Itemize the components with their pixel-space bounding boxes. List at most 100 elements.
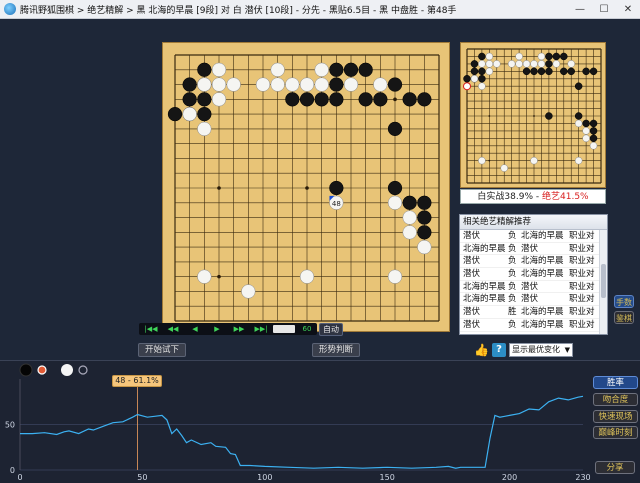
- forward-button[interactable]: ▶: [207, 323, 227, 335]
- thumbs-up-icon[interactable]: 👍: [474, 343, 489, 357]
- help-icon[interactable]: ?: [492, 343, 506, 357]
- last-move-button[interactable]: ▶▶|: [251, 323, 271, 335]
- black-stone: [182, 77, 197, 92]
- white-stone: [373, 77, 388, 92]
- window-title: 腾讯野狐围棋 > 绝艺精解 > 黑 北海的早晨 [9段] 对 白 潜伏 [10段…: [20, 6, 457, 16]
- game-type: 职业对: [569, 281, 595, 292]
- white-stone: [537, 52, 546, 61]
- match-rate-button[interactable]: 吻合度: [593, 393, 638, 406]
- white-stone: [478, 82, 486, 90]
- black-toggle-dot[interactable]: [37, 365, 47, 375]
- auto-play-button[interactable]: 自动: [319, 323, 343, 336]
- white-stone: [211, 92, 227, 107]
- recommendation-row[interactable]: 潜伏 负北海的早晨 职业对: [460, 255, 600, 269]
- white-stone: [478, 60, 486, 68]
- white-stone: [574, 119, 583, 128]
- star-point: [533, 115, 535, 117]
- white-toggle-dot[interactable]: [78, 365, 88, 375]
- actual-win-rate: 白实战38.9%: [477, 192, 533, 202]
- black-stone: [522, 67, 531, 76]
- back-button[interactable]: ◀: [185, 323, 205, 335]
- white-stone: [211, 62, 227, 77]
- result: 胜: [508, 307, 517, 318]
- recommendation-row[interactable]: 北海的早晨负潜伏 职业对: [460, 243, 600, 256]
- tab-review[interactable]: 鉴棋: [614, 311, 634, 324]
- sixty-button[interactable]: 60: [298, 323, 316, 335]
- win-rate-button[interactable]: 胜率: [593, 376, 638, 389]
- white-stone: [402, 210, 417, 225]
- result: 负: [508, 269, 517, 280]
- white-stone: [478, 156, 486, 165]
- win-rate-chart[interactable]: 0 50 0 50 100 150 200 230: [0, 361, 640, 483]
- start-trial-button[interactable]: 开始试下: [138, 343, 186, 357]
- close-button[interactable]: ✕: [616, 0, 640, 19]
- white-stone: [402, 225, 417, 240]
- recommendation-row[interactable]: 潜伏 胜北海的早晨 职业对: [460, 306, 600, 319]
- recommendation-row[interactable]: 北海的早晨负潜伏 职业对: [460, 293, 600, 307]
- white-stone: [582, 127, 590, 135]
- game-type: 职业对: [569, 294, 595, 305]
- result: 负: [508, 294, 517, 305]
- variation-selected: 显示最优变化: [512, 345, 560, 354]
- fast-forward-button[interactable]: ▶▶: [229, 323, 249, 335]
- player-a: 潜伏: [463, 269, 481, 280]
- maximize-button[interactable]: ☐: [592, 0, 616, 19]
- x-tick-label: 200: [502, 473, 517, 482]
- black-player-dot[interactable]: [19, 363, 33, 377]
- main-area: 48 白实战38.9% - 绝艺41.5% 相关绝艺精解推荐 潜伏负北海的早晨职…: [0, 19, 640, 360]
- peak-moment-button[interactable]: 巅峰时刻: [593, 426, 638, 439]
- white-player-dot[interactable]: [61, 364, 73, 376]
- white-stone: [197, 269, 212, 284]
- black-stone: [329, 62, 344, 77]
- black-stone: [329, 92, 344, 107]
- recommendation-panel: 相关绝艺精解推荐 潜伏负北海的早晨 职业对 北海的早晨负潜伏 职业对 潜伏负北海的早晨职…: [459, 214, 608, 335]
- board-grid[interactable]: 48: [163, 43, 451, 333]
- white-stone: [255, 77, 271, 92]
- recommendation-scrollbar[interactable]: [599, 230, 607, 334]
- white-stone: [485, 60, 494, 68]
- player-a: 潜伏: [463, 319, 481, 330]
- player-b: 潜伏: [521, 243, 539, 254]
- black-stone: [387, 77, 403, 92]
- game-type: 职业对: [569, 319, 595, 330]
- black-stone: [478, 75, 486, 83]
- y-tick-label: 0: [10, 466, 15, 475]
- win-rate-series: [20, 395, 584, 469]
- player-a: 北海的早晨: [463, 243, 506, 254]
- position-judge-button[interactable]: 形势判断: [312, 343, 360, 357]
- black-stone: [417, 210, 432, 225]
- fast-back-button[interactable]: ◀◀: [163, 323, 183, 335]
- recommendation-list: 潜伏负北海的早晨 职业对 北海的早晨负潜伏 职业对 潜伏负北海的早晨 职业对 潜伏负北海的早…: [460, 230, 600, 332]
- result: 负: [508, 281, 517, 292]
- go-board[interactable]: 48: [162, 42, 450, 332]
- minimize-button[interactable]: —: [568, 0, 592, 19]
- white-stone: [470, 75, 479, 83]
- white-stone: [589, 142, 598, 150]
- move-slider[interactable]: [273, 325, 295, 333]
- share-button[interactable]: 分享: [595, 461, 635, 474]
- first-move-button[interactable]: |◀◀: [141, 323, 161, 335]
- white-stone: [343, 77, 359, 92]
- tab-move-number[interactable]: 手数: [614, 295, 634, 308]
- white-stone: [574, 156, 583, 165]
- recommendation-row[interactable]: 北海的早晨负潜伏 职业对: [460, 281, 600, 294]
- black-stone: [470, 60, 479, 68]
- recommendation-row[interactable]: 潜伏 负北海的早晨 职业对: [460, 268, 600, 281]
- recommendation-row[interactable]: 潜伏 负北海的早晨 职业对: [460, 230, 600, 243]
- app-logo-icon: [4, 3, 16, 15]
- scroll-thumb[interactable]: [601, 264, 606, 298]
- player-b: 北海的早晨: [521, 256, 564, 267]
- star-point: [577, 70, 580, 73]
- black-stone: [582, 119, 590, 128]
- recommendation-header: 相关绝艺精解推荐: [460, 215, 607, 230]
- black-stone: [197, 106, 212, 122]
- black-stone: [358, 62, 373, 77]
- white-stone: [485, 67, 494, 76]
- y-tick-label: 50: [5, 421, 15, 430]
- white-stone: [522, 60, 531, 68]
- black-stone: [197, 92, 212, 107]
- white-stone: [387, 269, 403, 284]
- live-button[interactable]: 快速现场: [593, 410, 638, 423]
- variation-dropdown[interactable]: 显示最优变化 ▼: [509, 343, 573, 357]
- recommendation-row[interactable]: 潜伏 负北海的早晨 职业对: [460, 319, 600, 332]
